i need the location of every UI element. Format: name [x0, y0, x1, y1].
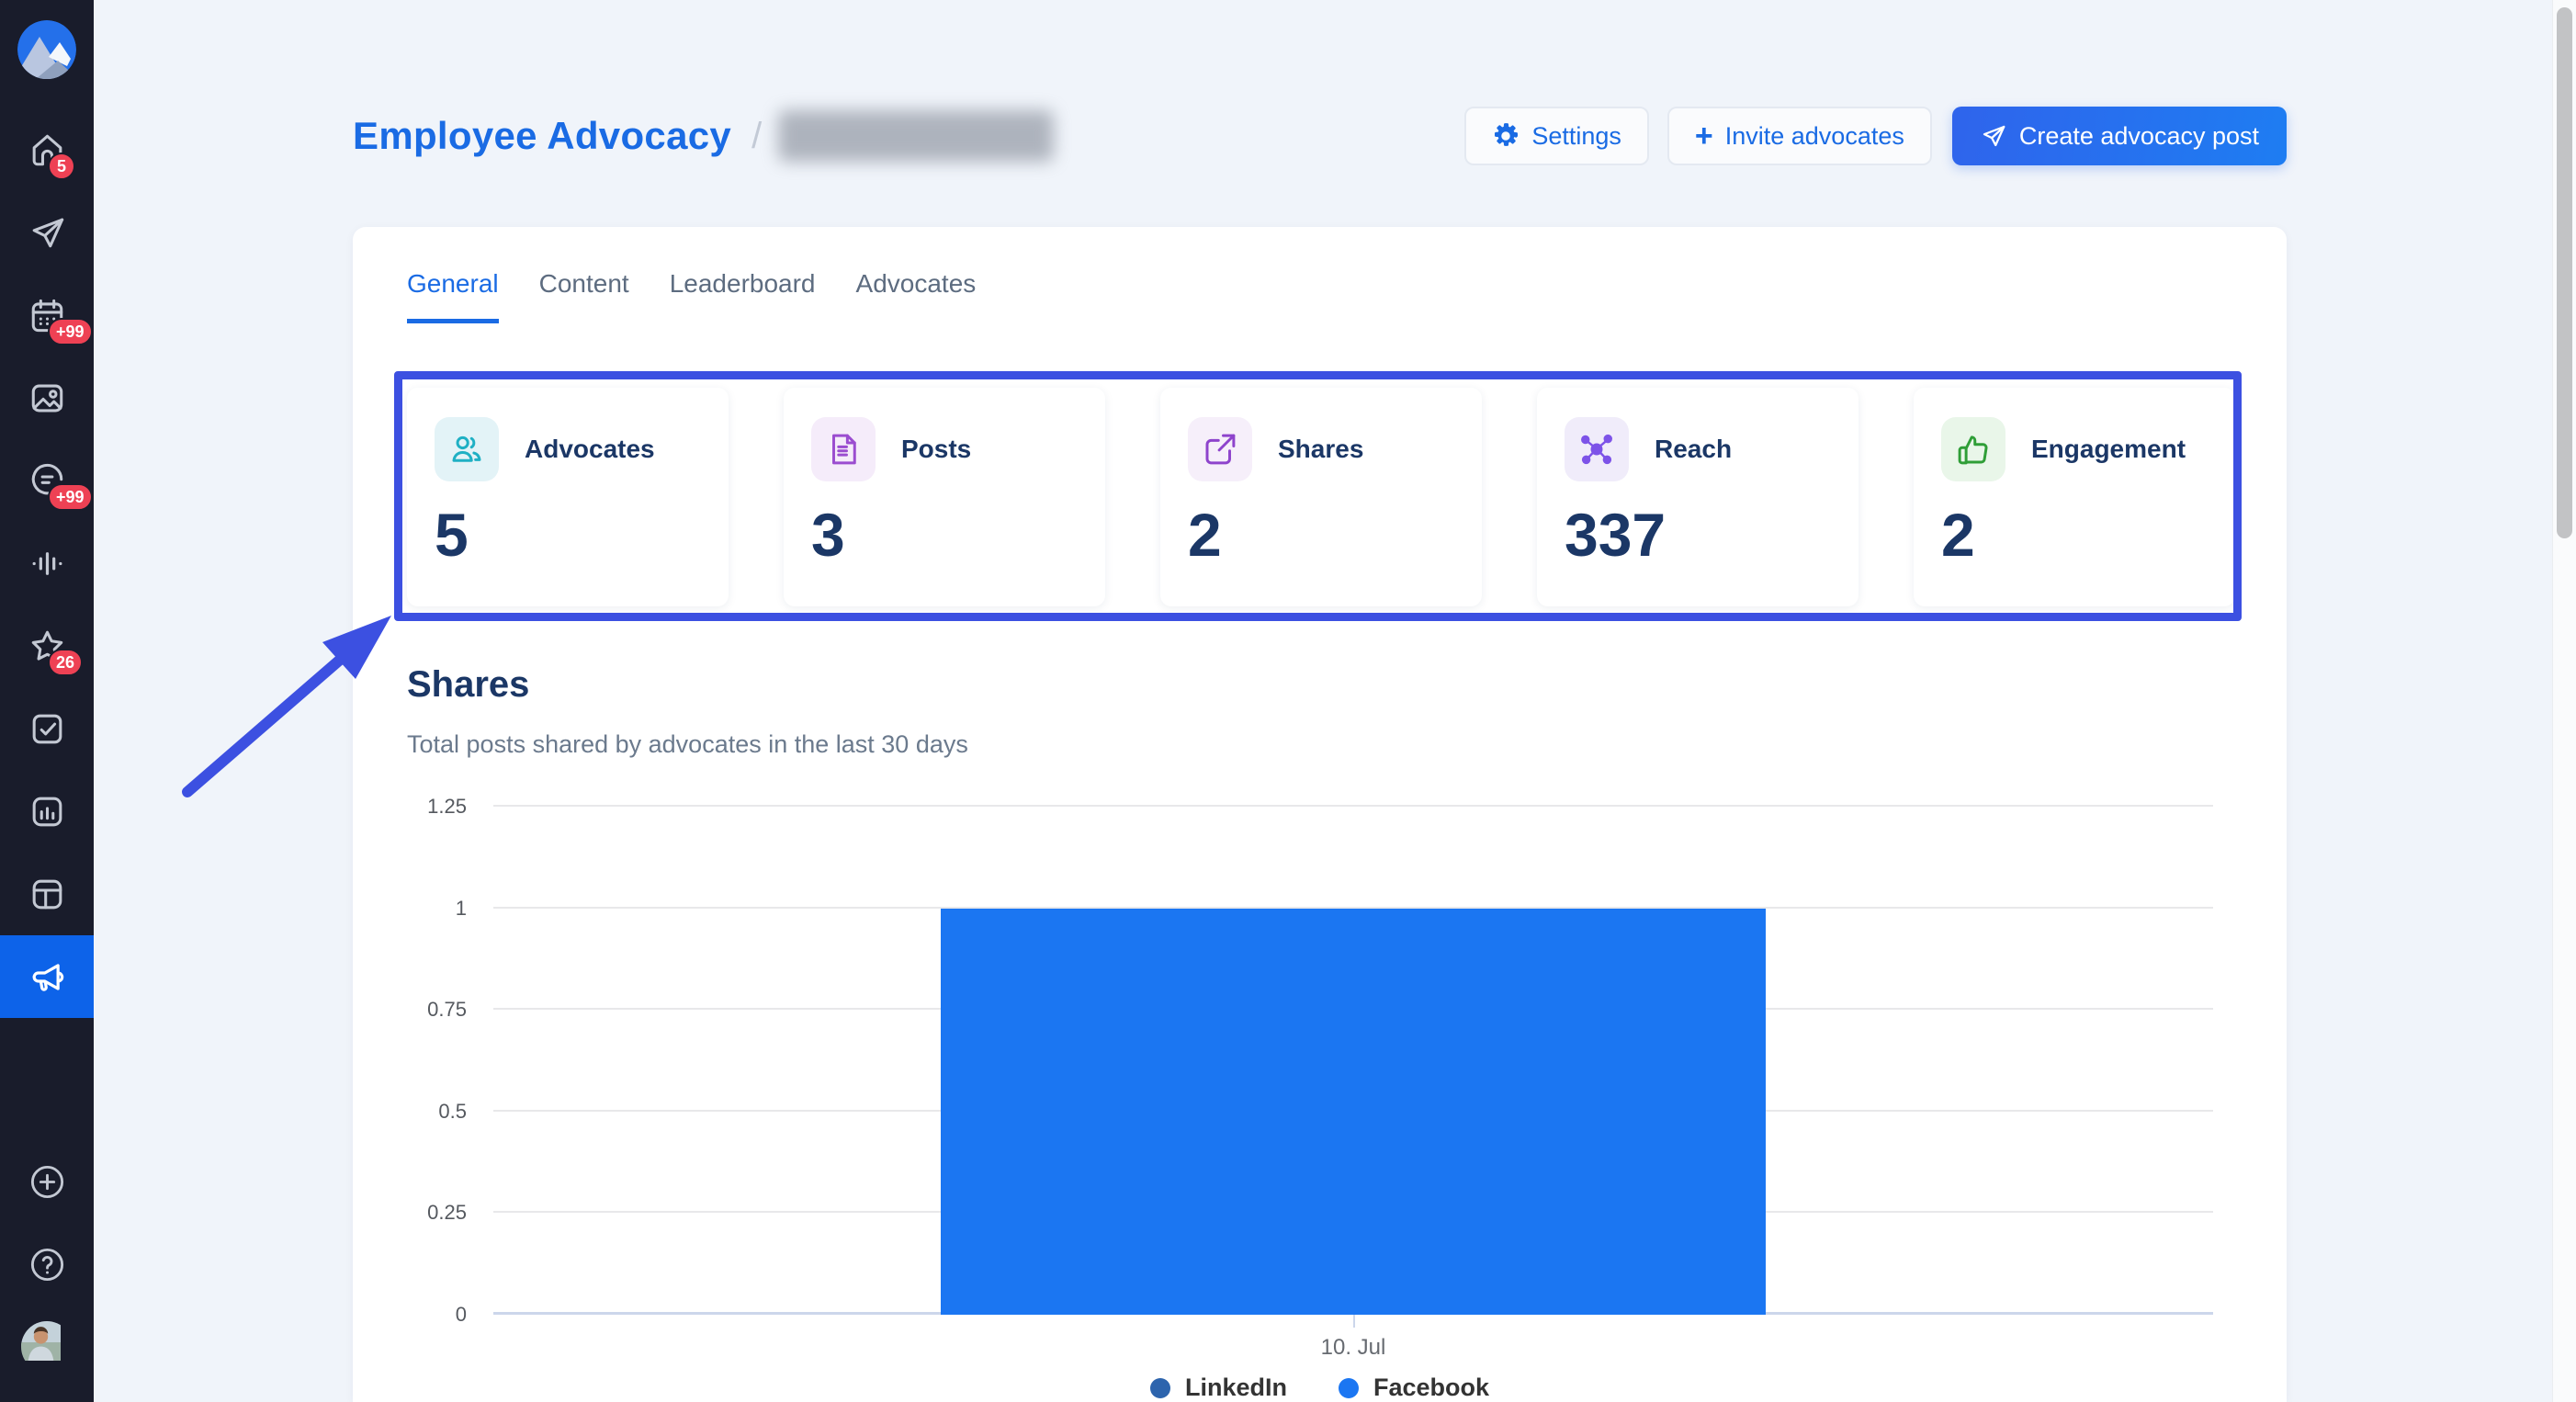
bar-chart-icon: [28, 792, 67, 831]
shares-bar-chart: 10. Jul: [493, 807, 2213, 1315]
stat-value: 5: [435, 502, 701, 569]
tab-bar: General Content Leaderboard Advocates: [407, 269, 976, 323]
stat-label: Posts: [901, 435, 971, 464]
tab-general[interactable]: General: [407, 269, 499, 323]
y-tick-label: 1.25: [427, 795, 467, 819]
question-circle-icon: [28, 1245, 67, 1284]
tab-advocates[interactable]: Advocates: [856, 269, 977, 323]
create-advocacy-post-button[interactable]: Create advocacy post: [1952, 107, 2287, 165]
sidebar-item-home[interactable]: 5: [0, 108, 94, 191]
sidebar-item-profile[interactable]: [0, 1306, 94, 1388]
legend-item-linkedin[interactable]: LinkedIn: [1150, 1374, 1287, 1402]
page-title: Employee Advocacy: [353, 114, 731, 158]
bar-facebook[interactable]: [941, 909, 1767, 1315]
tab-content[interactable]: Content: [539, 269, 629, 323]
settings-label: Settings: [1531, 122, 1621, 151]
sidebar-item-tasks[interactable]: [0, 687, 94, 770]
invite-advocates-button[interactable]: + Invite advocates: [1667, 107, 1932, 165]
paper-plane-icon: [1980, 122, 2007, 150]
image-icon: [28, 379, 67, 418]
x-tick-label: 10. Jul: [493, 1335, 2213, 1361]
sidebar-item-media[interactable]: [0, 356, 94, 439]
megaphone-icon: [28, 957, 67, 997]
invite-label: Invite advocates: [1725, 122, 1904, 151]
stat-value: 2: [1941, 502, 2208, 569]
stat-value: 2: [1188, 502, 1454, 569]
sidebar-item-reports[interactable]: [0, 770, 94, 853]
shares-section-subtitle: Total posts shared by advocates in the l…: [407, 730, 968, 759]
sidebar-item-advocacy[interactable]: [0, 935, 94, 1018]
sidebar-item-listening[interactable]: [0, 522, 94, 605]
network-icon: [1577, 430, 1616, 469]
create-label: Create advocacy post: [2019, 122, 2259, 151]
x-tick-mark: [1353, 1315, 1355, 1328]
y-tick-label: 1: [456, 897, 467, 921]
waveform-icon: [28, 544, 67, 583]
breadcrumb-separator: /: [751, 116, 762, 157]
stat-label: Shares: [1278, 435, 1363, 464]
stat-label: Advocates: [525, 435, 655, 464]
scrollbar-thumb[interactable]: [2557, 7, 2572, 538]
stat-value: 337: [1565, 502, 1831, 569]
legend-label: Facebook: [1373, 1374, 1489, 1402]
stat-label: Engagement: [2031, 435, 2186, 464]
document-icon: [824, 430, 863, 469]
home-badge: 5: [48, 153, 75, 180]
sidebar-item-publish[interactable]: [0, 191, 94, 274]
calendar-badge: +99: [48, 318, 93, 345]
gridline: [493, 805, 2213, 807]
scrollbar-track[interactable]: [2552, 0, 2576, 1402]
sidebar-item-calendar[interactable]: +99: [0, 274, 94, 356]
stat-card-engagement[interactable]: Engagement 2: [1914, 388, 2235, 606]
y-tick-label: 0.75: [427, 998, 467, 1022]
sidebar: 5 +99 +99 26: [0, 0, 94, 1402]
y-tick-label: 0.25: [427, 1201, 467, 1225]
legend-dot: [1339, 1378, 1359, 1398]
stat-card-advocates[interactable]: Advocates 5: [407, 388, 729, 606]
stat-card-shares[interactable]: Shares 2: [1160, 388, 1482, 606]
sidebar-nav: 5 +99 +99 26: [0, 108, 94, 1018]
legend-dot: [1150, 1378, 1170, 1398]
plus-circle-icon: [28, 1162, 67, 1202]
sidebar-item-help[interactable]: [0, 1223, 94, 1306]
inbox-badge: +99: [48, 483, 93, 511]
reviews-badge: 26: [48, 649, 83, 676]
shares-section-title: Shares: [407, 664, 529, 706]
account-name-redacted: [778, 110, 1054, 162]
sidebar-item-reviews[interactable]: 26: [0, 605, 94, 687]
share-icon: [1201, 430, 1239, 469]
stat-card-reach[interactable]: Reach 337: [1537, 388, 1859, 606]
sidebar-item-add[interactable]: [0, 1140, 94, 1223]
gear-icon: [1492, 122, 1520, 150]
settings-button[interactable]: Settings: [1464, 107, 1649, 165]
page-header: Employee Advocacy / Settings + Invite ad…: [353, 103, 2287, 169]
sidebar-item-boards[interactable]: [0, 853, 94, 935]
tab-leaderboard[interactable]: Leaderboard: [670, 269, 816, 323]
stats-row: Advocates 5 Posts 3 Shares 2: [407, 388, 2235, 606]
layout-icon: [28, 875, 67, 914]
thumbs-up-icon: [1954, 430, 1993, 469]
sidebar-item-inbox[interactable]: +99: [0, 439, 94, 522]
plus-icon: +: [1695, 120, 1713, 152]
y-tick-label: 0.5: [438, 1100, 467, 1124]
users-icon: [447, 430, 486, 469]
vista-social-logo[interactable]: [17, 20, 76, 79]
stat-value: 3: [811, 502, 1078, 569]
legend-label: LinkedIn: [1185, 1374, 1287, 1402]
stat-card-posts[interactable]: Posts 3: [784, 388, 1105, 606]
y-tick-label: 0: [456, 1303, 467, 1327]
paper-plane-icon: [28, 213, 67, 253]
task-check-icon: [28, 709, 67, 749]
sidebar-footer: [0, 1140, 94, 1388]
legend-item-facebook[interactable]: Facebook: [1339, 1374, 1489, 1402]
stat-label: Reach: [1655, 435, 1732, 464]
chart-legend: LinkedIn Facebook: [353, 1374, 2287, 1402]
chart-y-axis: 00.250.50.7511.25: [353, 807, 467, 1315]
user-avatar: [21, 1321, 73, 1373]
main-panel: General Content Leaderboard Advocates Ad…: [353, 227, 2287, 1402]
